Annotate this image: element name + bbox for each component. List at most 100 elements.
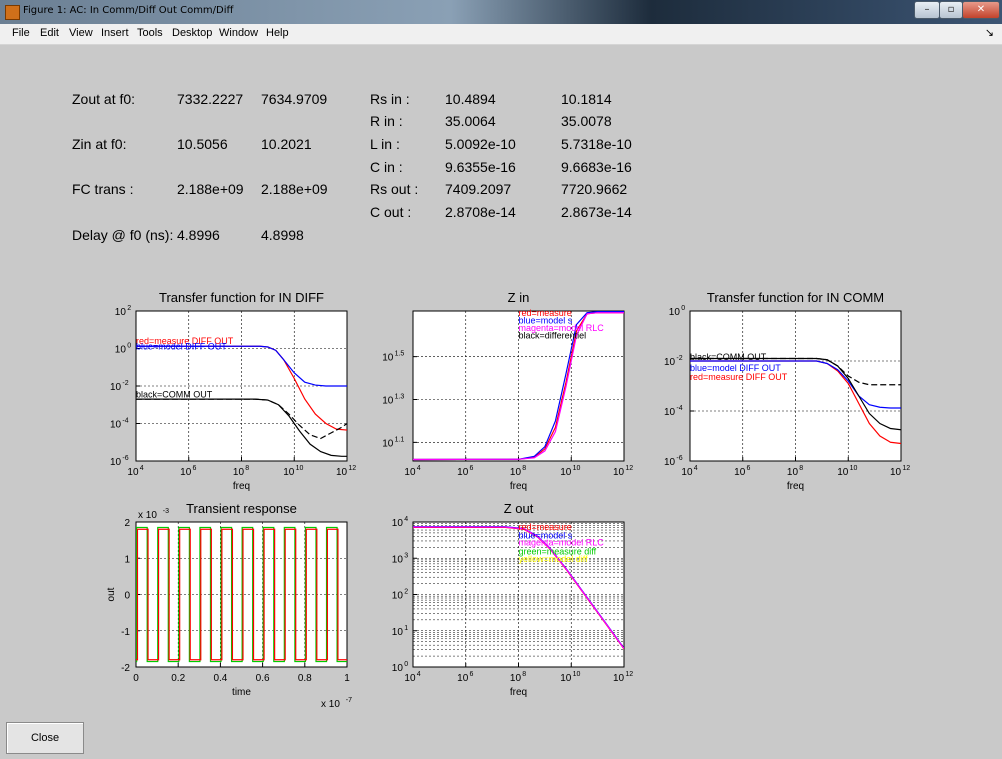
tf_comm-xtick-label: 10 10 xyxy=(837,465,857,478)
zout-ytick-label-base: 10 xyxy=(392,591,404,602)
zout-ytick-label-exp: 4 xyxy=(404,516,408,523)
tf_diff-xtick-label-exp: 10 xyxy=(296,465,304,472)
transient-title: Transient response xyxy=(186,501,297,516)
zout-ytick-label-exp: 2 xyxy=(404,589,408,596)
tf_diff-ytick-label: 10 -2 xyxy=(110,380,129,393)
tf_diff-ytick-label-exp: -6 xyxy=(122,455,128,462)
zin-xtick-label-exp: 6 xyxy=(470,465,474,472)
transient-xtick-label: 1 xyxy=(344,673,350,684)
tf_diff-ytick-label-exp: 0 xyxy=(127,343,131,350)
zout-xlabel: freq xyxy=(510,687,527,698)
zin-xtick-label: 10 8 xyxy=(510,465,526,478)
transient-ytick-label: 2 xyxy=(124,518,130,529)
tf_comm-xtick-label-exp: 10 xyxy=(850,465,858,472)
tf_comm-xlabel: freq xyxy=(787,481,804,492)
zout-xtick-label-base: 10 xyxy=(404,673,416,684)
tf_diff-xtick-label-base: 10 xyxy=(180,467,192,478)
zout-title: Z out xyxy=(504,501,534,516)
zout-ytick-label-base: 10 xyxy=(392,663,404,674)
tf_diff-ytick-label-base: 10 xyxy=(110,457,122,468)
transient-ytick-label: -1 xyxy=(121,627,130,638)
tf_comm-ytick-label-exp: -2 xyxy=(676,355,682,362)
zout-xtick-label: 10 10 xyxy=(560,671,580,684)
tf_comm-title: Transfer function for IN COMM xyxy=(707,290,884,305)
zin-ytick-label-base: 10 xyxy=(382,353,394,364)
tf_comm-xtick-label-exp: 12 xyxy=(902,465,910,472)
transient-ytick-label: 1 xyxy=(124,554,130,565)
tf_comm-xtick-label-exp: 4 xyxy=(694,465,698,472)
zout-xtick-label-base: 10 xyxy=(613,673,625,684)
zout-ytick-label-exp: 0 xyxy=(404,661,408,668)
zin-ytick-label-exp: 1.1 xyxy=(395,436,405,443)
zout-legend-label: yellow=model diff xyxy=(519,554,589,564)
zout-xtick-label-base: 10 xyxy=(560,673,572,684)
zin-xtick-label-base: 10 xyxy=(457,467,469,478)
zout-xtick-label: 10 6 xyxy=(457,671,473,684)
tf_diff-ytick-label-exp: 2 xyxy=(127,305,131,312)
zout-xtick-label-exp: 6 xyxy=(470,671,474,678)
zout-xtick-label: 10 4 xyxy=(404,671,420,684)
zout-xtick-label: 10 8 xyxy=(510,671,526,684)
transient-ytick-label: -2 xyxy=(121,663,130,674)
transient-y-multiplier-exp: -3 xyxy=(163,508,169,515)
tf_diff-xtick-label-base: 10 xyxy=(336,467,348,478)
zin-xtick-label-exp: 4 xyxy=(417,465,421,472)
zin-xtick-label: 10 6 xyxy=(457,465,473,478)
tf_diff-xtick-label-base: 10 xyxy=(283,467,295,478)
tf_comm-xtick-label-base: 10 xyxy=(890,467,902,478)
zout-xtick-label-exp: 12 xyxy=(625,671,633,678)
zout-ytick-label: 10 1 xyxy=(392,625,408,638)
zout-ytick-label: 10 2 xyxy=(392,589,408,602)
tf_diff-ytick-label-base: 10 xyxy=(110,420,122,431)
zin-title: Z in xyxy=(508,290,530,305)
zout-xtick-label-exp: 8 xyxy=(522,671,526,678)
transient-x-multiplier-base: x 10 xyxy=(321,699,340,710)
tf_comm-xtick-label-base: 10 xyxy=(734,467,746,478)
tf_diff-title: Transfer function for IN DIFF xyxy=(159,290,324,305)
transient-xlabel: time xyxy=(232,687,251,698)
transient-y-multiplier-base: x 10 xyxy=(138,510,157,521)
tf_diff-legend-label: blue=model DIFF OUT xyxy=(136,341,227,351)
tf_comm-ytick-label: 10 0 xyxy=(669,305,685,318)
tf_comm-ytick-label: 10 -2 xyxy=(664,355,683,368)
tf_comm-xtick-label: 10 12 xyxy=(890,465,910,478)
tf_comm-xtick-label-exp: 6 xyxy=(747,465,751,472)
zout-xtick-label-base: 10 xyxy=(457,673,469,684)
zin-ytick-label: 10 1.1 xyxy=(382,436,404,449)
tf_diff-xlabel: freq xyxy=(233,481,250,492)
tf_comm-ytick-label-exp: -6 xyxy=(676,455,682,462)
transient-xtick-label: 0.6 xyxy=(256,673,270,684)
zout-xtick-label: 10 12 xyxy=(613,671,633,684)
transient-x-multiplier: x 10 -7 xyxy=(321,697,352,710)
zin-xtick-label-exp: 8 xyxy=(522,465,526,472)
zin-xtick-label-exp: 10 xyxy=(573,465,581,472)
zin-ytick-label-exp: 1.3 xyxy=(395,394,405,401)
tf_diff-xtick-label: 10 4 xyxy=(127,465,143,478)
tf_comm-xtick-label: 10 6 xyxy=(734,465,750,478)
tf_comm-plot-area xyxy=(689,310,902,462)
tf_comm-ytick-label-base: 10 xyxy=(664,357,676,368)
tf_diff-xtick-label-base: 10 xyxy=(127,467,139,478)
zin-legend-label: black=differentiel xyxy=(519,330,587,340)
tf_diff-xtick-label: 10 12 xyxy=(336,465,356,478)
tf_comm-ytick-label-exp: 0 xyxy=(681,305,685,312)
zin-xtick-label-base: 10 xyxy=(613,467,625,478)
transient-xtick-label: 0 xyxy=(133,673,139,684)
figure-window: Figure 1: AC: In Comm/Diff Out Comm/Diff… xyxy=(0,0,1002,759)
tf_comm-legend-label: red=measure DIFF OUT xyxy=(690,372,788,382)
tf_comm-xtick-label-exp: 8 xyxy=(799,465,803,472)
transient-xtick-label: 0.4 xyxy=(213,673,227,684)
tf_comm-xtick-label-base: 10 xyxy=(787,467,799,478)
tf_diff-xtick-label: 10 10 xyxy=(283,465,303,478)
tf_diff-xtick-label-exp: 8 xyxy=(245,465,249,472)
zout-ytick-label: 10 3 xyxy=(392,552,408,565)
zout-ytick-label-exp: 3 xyxy=(404,552,408,559)
tf_diff-ytick-label: 10 2 xyxy=(115,305,131,318)
tf_diff-legend-label: black=COMM OUT xyxy=(136,389,213,399)
zin-xlabel: freq xyxy=(510,481,527,492)
zout-xtick-label-exp: 10 xyxy=(573,671,581,678)
zout-xtick-label-base: 10 xyxy=(510,673,522,684)
tf_comm-ytick-label-base: 10 xyxy=(669,307,681,318)
tf_diff-xtick-label: 10 6 xyxy=(180,465,196,478)
close-button[interactable]: Close xyxy=(6,722,84,754)
